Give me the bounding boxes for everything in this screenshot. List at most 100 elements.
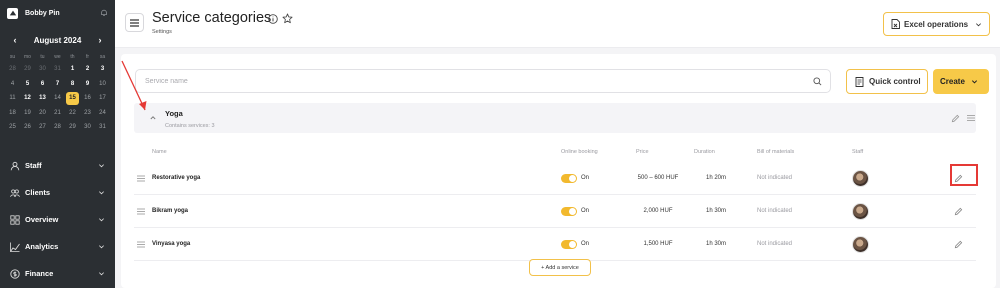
sidebar-item-analytics[interactable]: Analytics — [0, 233, 115, 260]
online-booking-toggle[interactable] — [561, 174, 577, 183]
page-title: Service categories — [152, 10, 272, 26]
calendar-day[interactable]: 16 — [80, 91, 95, 106]
excel-file-icon — [891, 19, 900, 29]
avatar[interactable] — [852, 236, 869, 253]
add-service-button[interactable]: + Add a service — [529, 259, 591, 276]
calendar-weekday: we — [54, 54, 61, 60]
menu-toggle-button[interactable] — [125, 13, 144, 32]
search-icon[interactable] — [813, 77, 822, 86]
avatar[interactable] — [852, 203, 869, 220]
search-input[interactable] — [136, 70, 796, 93]
calendar-day[interactable]: 29 — [65, 120, 80, 135]
calendar-weekday: mo — [24, 54, 31, 60]
calendar-day[interactable]: 26 — [20, 120, 35, 135]
finance-icon — [10, 268, 20, 279]
excel-operations-label: Excel operations — [904, 19, 969, 29]
calendar-day[interactable]: 21 — [50, 106, 65, 121]
service-duration: 1h 30m — [705, 241, 726, 247]
calendar-weekday: su — [9, 54, 16, 60]
chevron-down-icon — [99, 164, 104, 168]
info-icon[interactable] — [268, 14, 278, 24]
calendar-day[interactable]: 14 — [50, 91, 65, 106]
table-row[interactable]: Vinyasa yoga On 1,500 HUF 1h 30m Not indicat… — [134, 229, 976, 261]
sidebar-item-label: Finance — [25, 269, 54, 278]
calendar-day[interactable]: 7 — [50, 77, 65, 92]
calendar-day[interactable]: 13 — [35, 91, 50, 106]
calendar-day[interactable]: 31 — [50, 62, 65, 77]
chevron-down-icon — [99, 218, 104, 222]
pencil-icon[interactable] — [954, 240, 963, 249]
calendar-day-today[interactable]: 15 — [65, 91, 80, 106]
service-name: Restorative yoga — [152, 175, 201, 181]
drag-handle-icon[interactable] — [137, 208, 145, 215]
column-header-staff: Staff — [852, 149, 864, 155]
online-booking-toggle[interactable] — [561, 240, 577, 249]
sidebar-item-clients[interactable]: Clients — [0, 179, 115, 206]
calendar-day[interactable]: 22 — [65, 106, 80, 121]
analytics-icon — [10, 242, 20, 252]
drag-handle-icon[interactable] — [137, 241, 145, 248]
calendar-day[interactable]: 29 — [20, 62, 35, 77]
calendar-day[interactable]: 28 — [50, 120, 65, 135]
create-button[interactable]: Create — [933, 69, 989, 94]
drag-handle-icon[interactable] — [137, 175, 145, 182]
chevron-left-icon[interactable]: ‹ — [10, 35, 20, 45]
service-bom: Not indicated — [757, 208, 793, 214]
calendar-day[interactable]: 19 — [20, 106, 35, 121]
calendar-day[interactable]: 27 — [35, 120, 50, 135]
calendar-day[interactable]: 2 — [80, 62, 95, 77]
chevron-right-icon[interactable]: › — [95, 35, 105, 45]
table-row[interactable]: Restorative yoga On 500 – 600 HUF 1h 20m Not… — [134, 163, 976, 195]
excel-operations-button[interactable]: Excel operations — [883, 12, 990, 36]
calendar-day[interactable]: 17 — [95, 91, 110, 106]
calendar-grid: su mo tu we th fr sa 28 29 30 31 1 2 3 4 5 6 7 8 9 10 11 12 13 1… — [0, 52, 115, 135]
sidebar-nav: Staff Clients Overview Analytics Finance — [0, 152, 115, 287]
column-header-price: Price — [636, 149, 649, 155]
category-row[interactable]: Yoga Contains services: 3 — [134, 103, 976, 133]
calendar-day[interactable]: 25 — [5, 120, 20, 135]
calendar-day[interactable]: 4 — [5, 77, 20, 92]
calendar-day[interactable]: 11 — [5, 91, 20, 106]
calendar-day[interactable]: 8 — [65, 77, 80, 92]
calendar-day-number: 15 — [66, 92, 79, 105]
sidebar-item-label: Staff — [25, 161, 42, 170]
calendar-day[interactable]: 5 — [20, 77, 35, 92]
avatar[interactable] — [852, 170, 869, 187]
drag-handle-icon[interactable] — [967, 114, 975, 122]
calendar-day[interactable]: 24 — [95, 106, 110, 121]
calendar-day[interactable]: 6 — [35, 77, 50, 92]
breadcrumb[interactable]: Settings — [152, 29, 172, 35]
calendar-day[interactable]: 12 — [20, 91, 35, 106]
create-label: Create — [940, 77, 965, 86]
staff-icon — [10, 161, 20, 170]
calendar-day[interactable]: 30 — [80, 120, 95, 135]
calendar-day[interactable]: 3 — [95, 62, 110, 77]
calendar-day[interactable]: 1 — [65, 62, 80, 77]
calendar-day[interactable]: 18 — [5, 106, 20, 121]
chevron-up-icon[interactable] — [150, 115, 156, 121]
star-icon[interactable] — [282, 13, 293, 24]
calendar-day[interactable]: 23 — [80, 106, 95, 121]
chevron-down-icon — [976, 22, 981, 26]
calendar-day[interactable]: 9 — [80, 77, 95, 92]
calendar-day[interactable]: 10 — [95, 77, 110, 92]
bell-icon[interactable] — [100, 9, 108, 17]
brand-bar[interactable]: Bobby Pin — [0, 0, 115, 26]
edit-highlight-box — [950, 164, 978, 186]
sidebar-item-staff[interactable]: Staff — [0, 152, 115, 179]
quick-control-button[interactable]: Quick control — [846, 69, 928, 94]
service-duration: 1h 30m — [705, 208, 726, 214]
table-row[interactable]: Bikram yoga On 2,000 HUF 1h 30m Not indicate… — [134, 196, 976, 228]
calendar-day[interactable]: 20 — [35, 106, 50, 121]
chevron-down-icon — [971, 80, 977, 84]
calendar-day[interactable]: 28 — [5, 62, 20, 77]
pencil-icon[interactable] — [951, 114, 960, 123]
quick-control-label: Quick control — [869, 77, 921, 86]
sidebar-item-overview[interactable]: Overview — [0, 206, 115, 233]
online-booking-toggle[interactable] — [561, 207, 577, 216]
sidebar-item-finance[interactable]: Finance — [0, 260, 115, 287]
pencil-icon[interactable] — [954, 207, 963, 216]
calendar-day[interactable]: 31 — [95, 120, 110, 135]
calendar-day[interactable]: 30 — [35, 62, 50, 77]
sidebar: Bobby Pin ‹ August 2024 › su mo tu we th fr sa… — [0, 0, 115, 288]
